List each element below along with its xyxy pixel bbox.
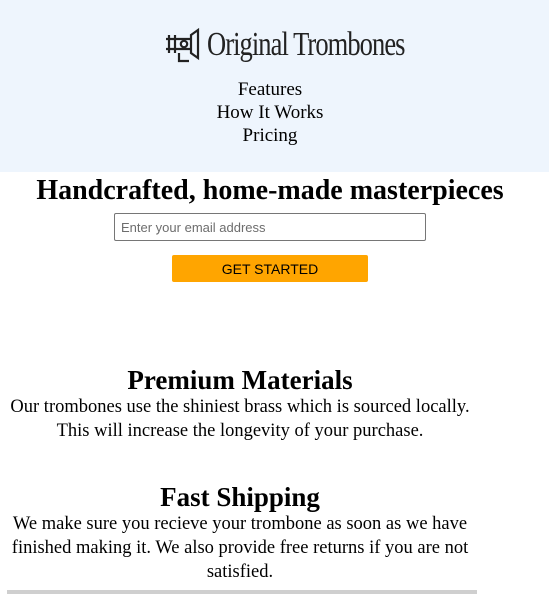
feature-title: Fast Shipping [160,482,320,512]
site-header: Original Trombones Features How It Works… [0,0,549,172]
hero-title: Handcrafted, home-made masterpieces [36,175,504,206]
brand-logo[interactable]: Original Trombones [163,24,460,66]
feature-premium-materials: Premium Materials Our trombones use the … [0,365,480,443]
trombone-logo-icon [166,27,200,63]
email-field[interactable] [114,213,426,241]
feature-text: Our trombones use the shiniest brass whi… [10,397,470,441]
nav-link-pricing[interactable]: Pricing [0,124,540,147]
feature-text: We make sure you recieve your trombone a… [11,514,469,582]
brand-name: Original Trombones [207,26,405,63]
feature-title: Premium Materials [127,365,353,395]
horizontal-scrollbar[interactable] [7,590,477,594]
nav-link-features[interactable]: Features [0,78,540,101]
nav-link-how-it-works[interactable]: How It Works [0,101,540,124]
main-nav: Features How It Works Pricing [0,78,540,147]
get-started-button[interactable]: GET STARTED [172,255,368,282]
feature-fast-shipping: Fast Shipping We make sure you recieve y… [0,482,480,584]
